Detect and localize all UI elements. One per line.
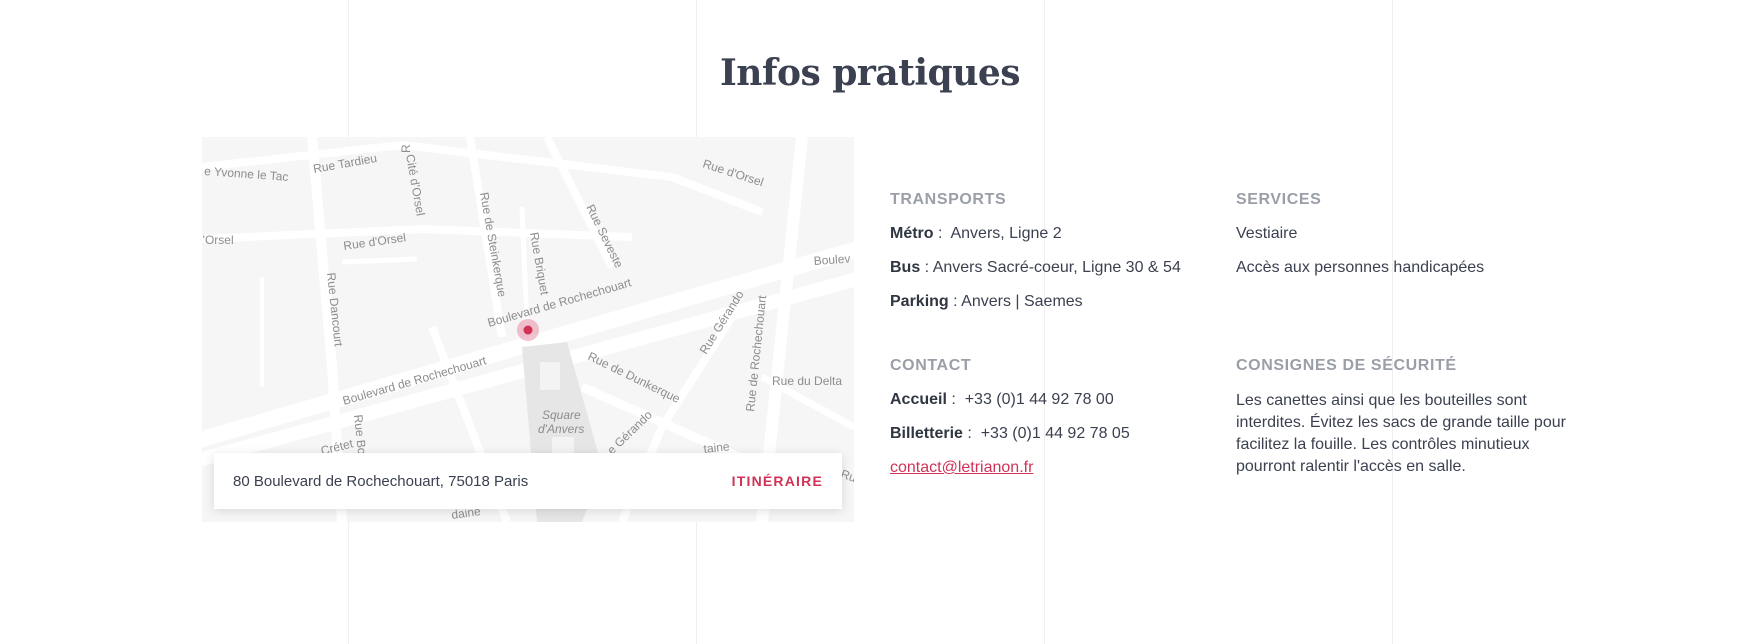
bus-separator: :: [920, 259, 933, 276]
street-label: Rue du Delta: [772, 374, 842, 388]
info-column-right: SERVICES Vestiaire Accès aux personnes h…: [1236, 190, 1566, 522]
contact-title: CONTACT: [890, 357, 972, 374]
parking-separator: :: [948, 293, 962, 310]
billetterie-phone[interactable]: +33 (0)1 44 92 78 05: [981, 425, 1130, 442]
info-column-left: TRANSPORTS Métro : Anvers, Ligne 2 Bus :…: [890, 190, 1220, 522]
services-section: SERVICES Vestiaire Accès aux personnes h…: [1236, 190, 1566, 278]
security-title: CONSIGNES DE SÉCURITÉ: [1236, 357, 1457, 374]
street-label: Rue de Steinkerque: [477, 191, 509, 298]
street-label: l'Orsel: [202, 233, 234, 247]
accueil-row: Accueil : +33 (0)1 44 92 78 00: [890, 390, 1220, 410]
street-label: Boulev: [813, 251, 851, 268]
billetterie-row: Billetterie : +33 (0)1 44 92 78 05: [890, 424, 1220, 444]
street-label: Square: [542, 408, 581, 422]
parking-label: Parking: [890, 293, 949, 310]
street-label: Rue d'Orsel: [701, 157, 765, 190]
security-text: Les canettes ainsi que les bouteilles so…: [1236, 392, 1566, 475]
billetterie-separator: :: [962, 425, 981, 442]
metro-row: Métro : Anvers, Ligne 2: [890, 224, 1220, 244]
services-title: SERVICES: [1236, 191, 1322, 208]
security-section: CONSIGNES DE SÉCURITÉ Les canettes ainsi…: [1236, 356, 1566, 478]
street-label: e Yvonne le Tac: [204, 164, 289, 184]
street-label: Rue Briquet: [527, 231, 552, 296]
contact-section: CONTACT Accueil : +33 (0)1 44 92 78 00 B…: [890, 356, 1220, 478]
contact-email-link[interactable]: contact@letrianon.fr: [890, 459, 1033, 476]
address-card: 80 Boulevard de Rochechouart, 75018 Pari…: [214, 453, 842, 509]
bus-label: Bus: [890, 259, 921, 276]
street-label: e Gérando: [604, 407, 655, 457]
page-title: Infos pratiques: [719, 52, 1021, 94]
metro-separator: :: [933, 225, 951, 242]
accueil-separator: :: [946, 391, 965, 408]
street-label: R: [399, 144, 413, 153]
parking-value: Anvers | Saemes: [961, 293, 1083, 310]
billetterie-label: Billetterie: [890, 425, 963, 442]
service-item: Vestiaire: [1236, 225, 1298, 242]
bus-row: Bus : Anvers Sacré-coeur, Ligne 30 & 54: [890, 258, 1220, 278]
metro-label: Métro: [890, 225, 934, 242]
itinerary-button[interactable]: ITINÉRAIRE: [732, 473, 823, 489]
transports-title: TRANSPORTS: [890, 191, 1007, 208]
email-row: contact@letrianon.fr: [890, 458, 1220, 478]
metro-value: Anvers, Ligne 2: [950, 225, 1062, 242]
accueil-phone[interactable]: +33 (0)1 44 92 78 00: [965, 391, 1114, 408]
street-label: d'Anvers: [538, 422, 584, 436]
bus-value: Anvers Sacré-coeur, Ligne 30 & 54: [932, 259, 1181, 276]
street-label: Cité d'Orsel: [403, 153, 428, 217]
parking-row: Parking : Anvers | Saemes: [890, 292, 1220, 312]
transports-section: TRANSPORTS Métro : Anvers, Ligne 2 Bus :…: [890, 190, 1220, 312]
accueil-label: Accueil: [890, 391, 947, 408]
address-text: 80 Boulevard de Rochechouart, 75018 Pari…: [233, 472, 529, 490]
service-item: Accès aux personnes handicapées: [1236, 259, 1485, 276]
